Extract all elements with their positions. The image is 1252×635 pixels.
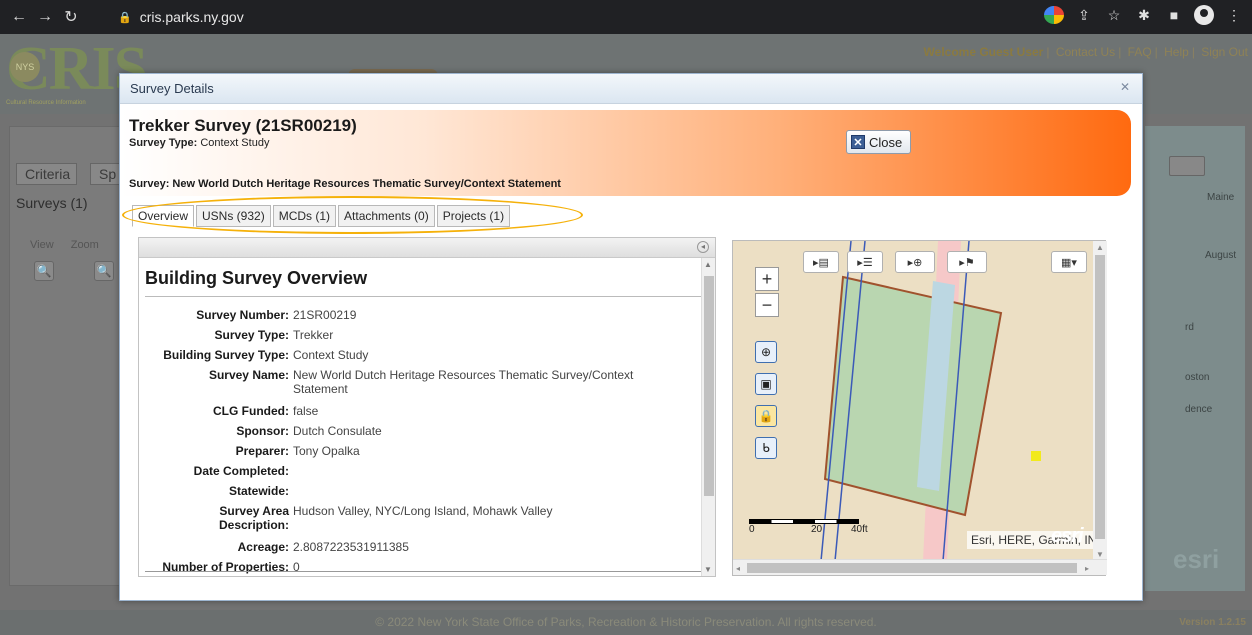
zoom-magnifier-icon[interactable]: 🔍 [94, 261, 114, 281]
heading-divider [145, 296, 703, 297]
url-text: cris.parks.ny.gov [139, 9, 244, 25]
overview-scroll-thumb[interactable] [704, 276, 714, 496]
browser-toolbar: ← → ↻ 🔒 cris.parks.ny.gov ⇪ ☆ ✱ ■ ⋮ [0, 0, 1252, 34]
scroll-down-icon[interactable]: ▼ [1096, 550, 1104, 559]
signout-link[interactable]: Sign Out [1201, 45, 1248, 59]
version-text: Version 1.2.15 [1179, 617, 1246, 628]
tabs-highlight-ellipse [122, 196, 583, 234]
left-panel: Criteria Sp Surveys (1) View Zoom 🔍 🔍 [9, 126, 124, 586]
share-icon[interactable]: ⇪ [1074, 7, 1094, 24]
scroll-right-icon[interactable]: ▸ [1085, 564, 1089, 573]
survey-area-polygon[interactable] [823, 275, 1003, 517]
welcome-text: Welcome Guest User [923, 45, 1044, 59]
survey-name-line: Survey: New World Dutch Heritage Resourc… [129, 178, 561, 190]
side-panel-icon[interactable]: ■ [1164, 7, 1184, 23]
address-bar[interactable]: 🔒 cris.parks.ny.gov [110, 4, 1010, 30]
close-x-icon: ✕ [851, 135, 865, 149]
header-links: Welcome Guest User | Contact Us | FAQ | Hel… [923, 45, 1248, 59]
overview-scrollbar[interactable]: ▲ ▼ [701, 258, 715, 576]
scroll-down-icon[interactable]: ▼ [704, 565, 712, 574]
cris-logo: CRIS NYS Cultural Resource Information [6, 35, 148, 106]
profile-avatar-icon[interactable] [1194, 5, 1214, 25]
legend-icon[interactable]: ▸▤ [803, 251, 839, 273]
background-map: Maine August rd oston dence esri [1145, 126, 1245, 591]
footer: © 2022 New York State Office of Parks, R… [0, 610, 1252, 635]
menu-kebab-icon[interactable]: ⋮ [1224, 7, 1244, 24]
view-magnifier-icon[interactable]: 🔍 [34, 261, 54, 281]
close-button[interactable]: ✕ Close [846, 130, 912, 154]
map-attribution: Esri, HERE, Garmin, INCR... [967, 531, 1107, 549]
bookmark-star-icon[interactable]: ☆ [1104, 7, 1124, 24]
zoom-out-button[interactable]: − [755, 293, 779, 317]
faq-link[interactable]: FAQ [1128, 45, 1152, 59]
extensions-icon[interactable]: ✱ [1134, 7, 1154, 24]
content-divider [145, 571, 701, 572]
tab-criteria[interactable]: Criteria [16, 163, 78, 185]
select-box-icon[interactable]: ▣ [755, 373, 777, 395]
help-link[interactable]: Help [1164, 45, 1189, 59]
survey-details-modal: Survey Details ✕ Trekker Survey (21SR002… [119, 73, 1143, 601]
modal-close-x-icon[interactable]: ✕ [1120, 80, 1130, 94]
measure-icon[interactable]: ᑲ [755, 437, 777, 459]
lock-tool-icon[interactable]: 🔒 [755, 405, 777, 427]
zoom-extent-icon[interactable]: ⊕ [755, 341, 777, 363]
map-vscroll-thumb[interactable] [1095, 255, 1105, 539]
map-vertical-scrollbar[interactable]: ▲ ▼ [1093, 241, 1107, 561]
contact-link[interactable]: Contact Us [1056, 45, 1115, 59]
map-panel: ▸▤ ▸☰ ▸⊕ ▸⚑ ▦▾ + − ⊕ ▣ 🔒 ᑲ 0 20 40ft Esr… [732, 240, 1107, 576]
esri-logo: esri [1173, 544, 1220, 574]
overview-panel: ◂ Building Survey Overview Survey Number… [138, 237, 716, 577]
map-horizontal-scrollbar[interactable]: ◂ ▸ [733, 559, 1107, 575]
survey-title: Trekker Survey (21SR00219) [129, 116, 357, 135]
survey-map[interactable]: ▸▤ ▸☰ ▸⊕ ▸⚑ ▦▾ + − ⊕ ▣ 🔒 ᑲ 0 20 40ft Esr… [733, 241, 1107, 561]
modal-title: Survey Details [130, 81, 214, 96]
map-features [820, 241, 1041, 561]
reload-icon[interactable]: ↻ [58, 7, 84, 27]
lock-icon: 🔒 [118, 11, 132, 24]
layers-list-icon[interactable]: ▸☰ [847, 251, 883, 273]
overview-content: Building Survey Overview Survey Number: … [139, 258, 709, 576]
survey-type-line: Survey Type: Context Study [129, 137, 270, 149]
add-layer-icon[interactable]: ▸⊕ [895, 251, 935, 273]
survey-banner: Trekker Survey (21SR00219) Survey Type: … [121, 110, 1131, 196]
overview-heading: Building Survey Overview [145, 268, 368, 288]
results-columns: View Zoom [30, 239, 99, 251]
esri-logo: esri [1051, 525, 1084, 547]
basemap-gallery-icon[interactable] [1169, 156, 1205, 176]
zoom-in-button[interactable]: + [755, 267, 779, 291]
scale-bar: 0 20 40ft [749, 519, 868, 536]
scroll-left-icon[interactable]: ◂ [736, 564, 740, 573]
scroll-up-icon[interactable]: ▲ [1096, 243, 1104, 252]
back-icon[interactable]: ← [6, 8, 32, 26]
google-icon[interactable] [1044, 6, 1064, 24]
basemap-gallery-icon[interactable]: ▦▾ [1051, 251, 1087, 273]
surveys-count: Surveys (1) [16, 195, 88, 211]
modal-titlebar: Survey Details ✕ [120, 74, 1142, 104]
scroll-up-icon[interactable]: ▲ [704, 260, 712, 269]
map-hscroll-thumb[interactable] [747, 563, 1077, 573]
overview-panel-header: ◂ [139, 238, 715, 258]
nys-badge-icon: NYS [10, 52, 40, 82]
identify-icon[interactable]: ▸⚑ [947, 251, 987, 273]
map-marker[interactable] [1031, 451, 1041, 461]
copyright-text: © 2022 New York State Office of Parks, R… [375, 615, 877, 629]
collapse-icon[interactable]: ◂ [697, 241, 709, 253]
forward-icon[interactable]: → [32, 8, 58, 26]
